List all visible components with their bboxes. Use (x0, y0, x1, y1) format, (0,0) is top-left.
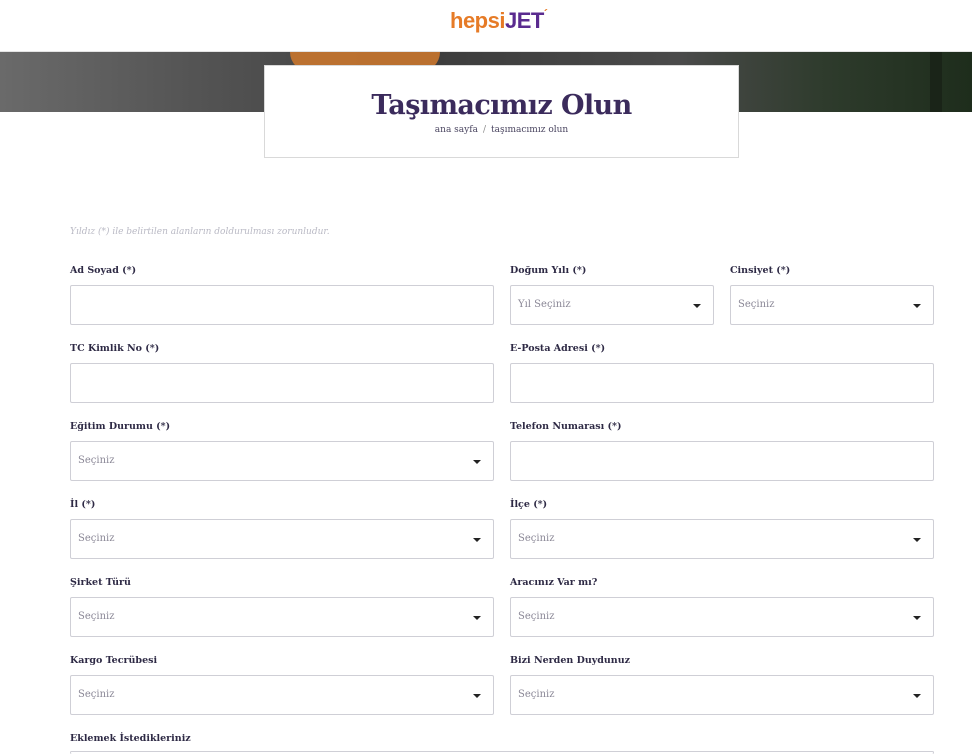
araciniz-select[interactable]: Seçiniz (510, 597, 934, 637)
sirket-turu-label: Şirket Türü (70, 577, 131, 588)
chevron-down-icon (913, 616, 921, 620)
chevron-down-icon (473, 538, 481, 542)
breadcrumb-home-link[interactable]: ana sayfa (435, 125, 478, 135)
tc-kimlik-input[interactable] (70, 363, 494, 403)
egitim-label: Eğitim Durumu (*) (70, 421, 171, 432)
tc-kimlik-label: TC Kimlik No (*) (70, 343, 160, 354)
chevron-down-icon (913, 538, 921, 542)
chevron-down-icon (913, 694, 921, 698)
bizi-nerden-label: Bizi Nerden Duydunuz (510, 655, 631, 666)
chevron-down-icon (693, 304, 701, 308)
ad-soyad-label: Ad Soyad (*) (70, 265, 137, 276)
sirket-turu-select[interactable]: Seçiniz (70, 597, 494, 637)
telefon-input[interactable] (510, 441, 934, 481)
araciniz-label: Aracınız Var mı? (510, 577, 598, 588)
bizi-nerden-select[interactable]: Seçiniz (510, 675, 934, 715)
ilce-label: İlçe (*) (510, 499, 548, 510)
required-fields-notice: Yıldız (*) ile belirtilen alanların dold… (70, 227, 330, 237)
egitim-select[interactable]: Seçiniz (70, 441, 494, 481)
eposta-label: E-Posta Adresi (*) (510, 343, 606, 354)
il-label: İl (*) (70, 499, 96, 510)
eposta-input[interactable] (510, 363, 934, 403)
chevron-down-icon (473, 616, 481, 620)
eklemek-label: Eklemek İstedikleriniz (70, 733, 191, 744)
breadcrumb-current: taşımacımız olun (491, 125, 569, 135)
dogum-yili-select[interactable]: Yıl Seçiniz (510, 285, 714, 325)
dogum-yili-label: Doğum Yılı (*) (510, 265, 587, 276)
title-card: Taşımacımız Olun ana sayfa / taşımacımız o… (264, 65, 739, 158)
telefon-label: Telefon Numarası (*) (510, 421, 622, 432)
breadcrumb-separator: / (482, 125, 486, 135)
cinsiyet-select[interactable]: Seçiniz (730, 285, 934, 325)
page-title: Taşımacımız Olun (371, 90, 632, 121)
il-select[interactable]: Seçiniz (70, 519, 494, 559)
breadcrumb: ana sayfa / taşımacımız olun (265, 125, 738, 135)
kargo-tecrubesi-label: Kargo Tecrübesi (70, 655, 158, 666)
chevron-down-icon (473, 694, 481, 698)
cinsiyet-label: Cinsiyet (*) (730, 265, 791, 276)
site-header: hepsiJET´ (0, 0, 972, 52)
hepsijet-logo[interactable]: hepsiJET´ (450, 7, 548, 34)
ilce-select[interactable]: Seçiniz (510, 519, 934, 559)
ad-soyad-input[interactable] (70, 285, 494, 325)
kargo-tecrubesi-select[interactable]: Seçiniz (70, 675, 494, 715)
chevron-down-icon (473, 460, 481, 464)
chevron-down-icon (913, 304, 921, 308)
